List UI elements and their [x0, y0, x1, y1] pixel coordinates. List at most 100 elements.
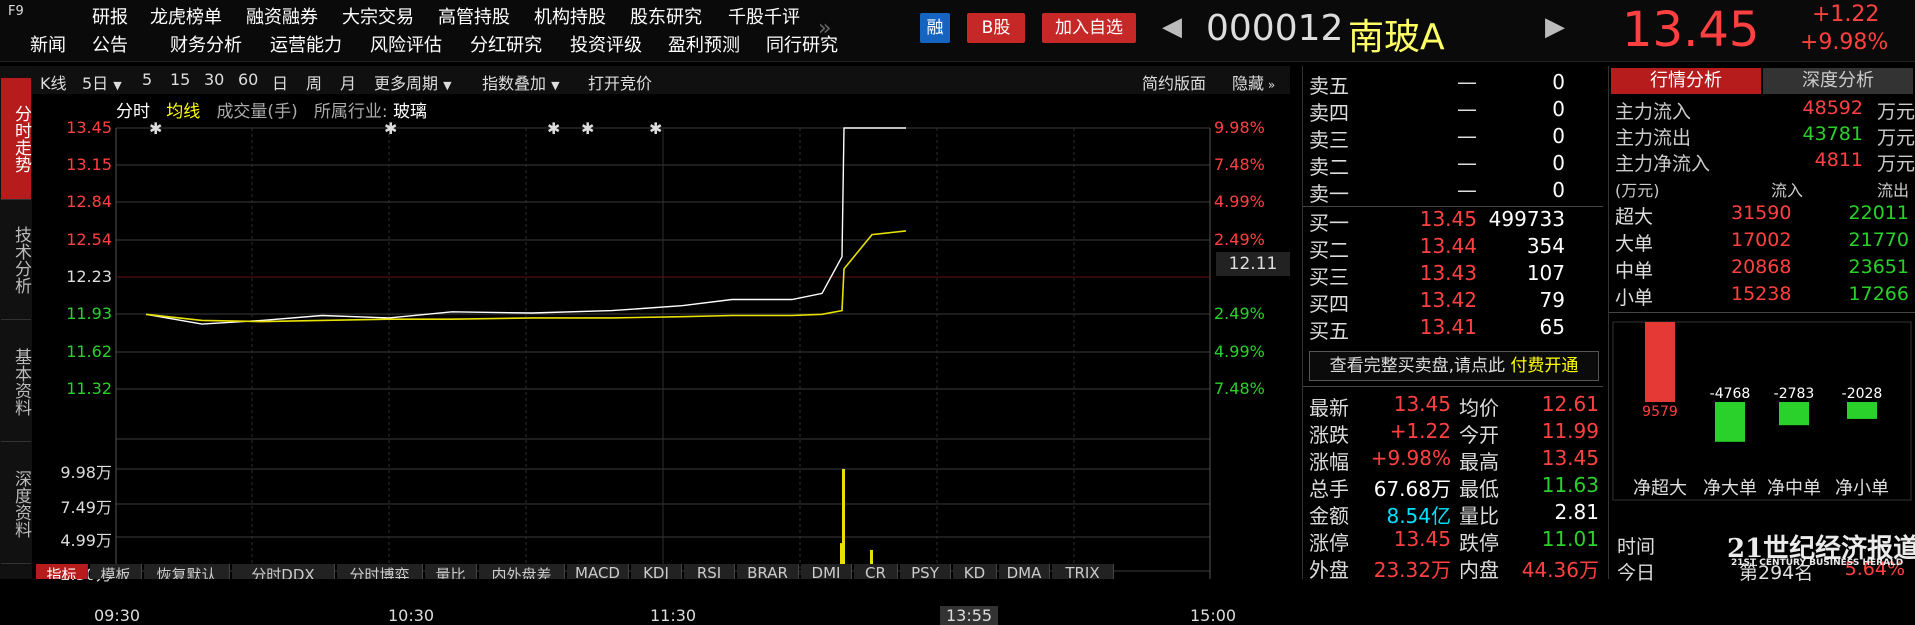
level-volume: 65 — [1539, 315, 1565, 339]
margin-trading-badge[interactable]: 融 — [920, 13, 950, 43]
indicator-tab[interactable]: 内外盘差 — [479, 564, 565, 579]
price-axis-label: 11.93 — [66, 304, 112, 323]
ask-row[interactable]: 卖四 — 0 — [1303, 97, 1603, 125]
indicator-tab[interactable]: RSI — [684, 564, 735, 579]
menu-item-row1[interactable]: 融资融券 — [246, 3, 318, 29]
indicator-tab[interactable]: 分时博弈 — [337, 564, 423, 579]
b-share-button[interactable]: B股 — [967, 13, 1025, 43]
ask-row[interactable]: 卖一 — 0 — [1303, 178, 1603, 206]
quote-stat-row: 总手 67.68万 最低 11.63 — [1303, 473, 1603, 501]
event-marker-icon[interactable]: ✱ — [149, 119, 162, 138]
bid-row[interactable]: 买三 13.43 107 — [1303, 261, 1603, 289]
bid-row[interactable]: 买一 13.45 499733 — [1303, 207, 1603, 235]
menu-item-row2[interactable]: 财务分析 — [170, 31, 242, 57]
menu-item-row2[interactable]: 公告 — [92, 31, 128, 57]
stat-label: 金额 — [1309, 504, 1349, 528]
indicator-tab[interactable]: TRIX — [1052, 564, 1114, 579]
menu-item-row1[interactable]: 千股千评 — [728, 3, 800, 29]
main-net-value: 4811 — [1814, 149, 1863, 171]
level-label: 卖一 — [1309, 182, 1349, 206]
menu-item-row2[interactable]: 风险评估 — [370, 31, 442, 57]
quote-stat-row: 外盘 23.32万 内盘 44.36万 — [1303, 554, 1603, 582]
level-label: 买二 — [1309, 238, 1349, 262]
indicator-tab[interactable]: MACD — [567, 564, 629, 579]
indicator-tab[interactable]: 量比 — [425, 564, 477, 579]
bid-row[interactable]: 买五 13.41 65 — [1303, 315, 1603, 343]
paid-open-link[interactable]: 付费开通 — [1510, 356, 1578, 376]
left-tab[interactable]: 深度资料 — [1, 444, 31, 564]
indicator-tab[interactable]: DMA — [999, 564, 1050, 579]
left-tab[interactable]: 基本资料 — [1, 322, 31, 442]
banner-text: 查看完整买卖盘,请点此 — [1329, 356, 1505, 376]
net-flow-bar-label: 净大单 — [1703, 478, 1757, 499]
indicator-tab[interactable]: DMI — [801, 564, 852, 579]
stat-value: 2.81 — [1554, 500, 1599, 524]
indicator-tab[interactable]: 恢复默认 — [144, 564, 230, 579]
volume-axis-label: 9.98万 — [60, 463, 112, 482]
indicator-tab[interactable]: BRAR — [737, 564, 799, 579]
menu-item-row1[interactable]: 龙虎榜单 — [150, 3, 222, 29]
price-axis-label: 12.54 — [66, 230, 112, 249]
net-flow-bar-value: 9579 — [1642, 404, 1678, 420]
indicator-tab[interactable]: 模板 — [90, 564, 142, 579]
flow-row-out: 17266 — [1848, 283, 1909, 305]
indicator-tab[interactable]: PSY — [900, 564, 951, 579]
level-price: — — [1457, 70, 1477, 94]
stock-code: 000012 — [1206, 8, 1344, 49]
menu-item-row2[interactable]: 盈利预测 — [668, 31, 740, 57]
level-label: 卖二 — [1309, 155, 1349, 179]
prev-stock-icon[interactable]: ◀ — [1162, 12, 1182, 42]
menu-item-row1[interactable]: 大宗交易 — [342, 3, 414, 29]
price-axis-label: 13.45 — [66, 118, 112, 137]
event-marker-icon[interactable]: ✱ — [581, 119, 594, 138]
orderbook-divider — [1303, 206, 1603, 207]
level-price: — — [1457, 178, 1477, 202]
f9-label[interactable]: F9 — [8, 4, 24, 19]
event-marker-icon[interactable]: ✱ — [547, 119, 560, 138]
money-flow-panel: 行情分析 深度分析 主力流入 48592 万元 主力流出 43781 万元 主力… — [1608, 66, 1915, 584]
menu-item-row1[interactable]: 高管持股 — [438, 3, 510, 29]
ask-row[interactable]: 卖五 — 0 — [1303, 70, 1603, 98]
bid-row[interactable]: 买四 13.42 79 — [1303, 288, 1603, 316]
indicator-tab[interactable]: 分时DDX — [232, 564, 335, 579]
event-marker-icon[interactable]: ✱ — [384, 119, 397, 138]
quote-stat-row: 最新 13.45 均价 12.61 — [1303, 392, 1603, 420]
left-tab[interactable]: 分时走势 — [1, 78, 31, 200]
add-favorite-button[interactable]: 加入自选 — [1042, 13, 1136, 43]
left-tab[interactable]: 技术分析 — [1, 200, 31, 320]
full-orderbook-banner[interactable]: 查看完整买卖盘,请点此 付费开通 — [1309, 351, 1599, 381]
level-volume: 79 — [1539, 288, 1565, 312]
price-volume-chart[interactable]: ✱ ✱ ✱ ✱ ✱ — [32, 66, 1290, 579]
tab-market-analysis[interactable]: 行情分析 — [1611, 68, 1761, 94]
stat-label: 涨跌 — [1309, 423, 1349, 447]
menu-item-row2[interactable]: 投资评级 — [570, 31, 642, 57]
menu-item-row2[interactable]: 分红研究 — [470, 31, 542, 57]
menu-item-row1[interactable]: 机构持股 — [534, 3, 606, 29]
menu-item-row2[interactable]: 运营能力 — [270, 31, 342, 57]
ask-row[interactable]: 卖二 — 0 — [1303, 151, 1603, 179]
menu-item-row1[interactable]: 研报 — [92, 3, 128, 29]
level-volume: 0 — [1552, 70, 1565, 94]
menu-item-row2[interactable]: 同行研究 — [766, 31, 838, 57]
main-inflow-label: 主力流入 — [1615, 101, 1692, 123]
net-flow-bar — [1779, 402, 1809, 426]
main-inflow-unit: 万元 — [1876, 101, 1915, 123]
indicator-tab[interactable]: KDJ — [631, 564, 682, 579]
event-marker-icon[interactable]: ✱ — [649, 119, 662, 138]
price-axis-label: 11.62 — [66, 342, 112, 361]
indicator-tab[interactable]: 指标 — [36, 564, 88, 579]
bid-row[interactable]: 买二 13.44 354 — [1303, 234, 1603, 262]
pct-axis-label: 4.99% — [1214, 192, 1265, 211]
ask-row[interactable]: 卖三 — 0 — [1303, 124, 1603, 152]
indicator-tab[interactable]: KD — [953, 564, 997, 579]
flow-table-row: 中单 20868 23651 — [1615, 256, 1915, 282]
menu-item-row1[interactable]: 股东研究 — [630, 3, 702, 29]
menu-item-row2[interactable]: 新闻 — [30, 31, 66, 57]
next-stock-icon[interactable]: ▶ — [1545, 12, 1565, 42]
stat-value: 12.61 — [1541, 392, 1599, 416]
flow-row-label: 超大 — [1615, 206, 1654, 228]
pct-axis-label: 2.49% — [1214, 304, 1265, 323]
flow-table-row: 小单 15238 17266 — [1615, 283, 1915, 309]
indicator-tab[interactable]: CR — [854, 564, 898, 579]
tab-depth-analysis[interactable]: 深度分析 — [1763, 68, 1913, 94]
